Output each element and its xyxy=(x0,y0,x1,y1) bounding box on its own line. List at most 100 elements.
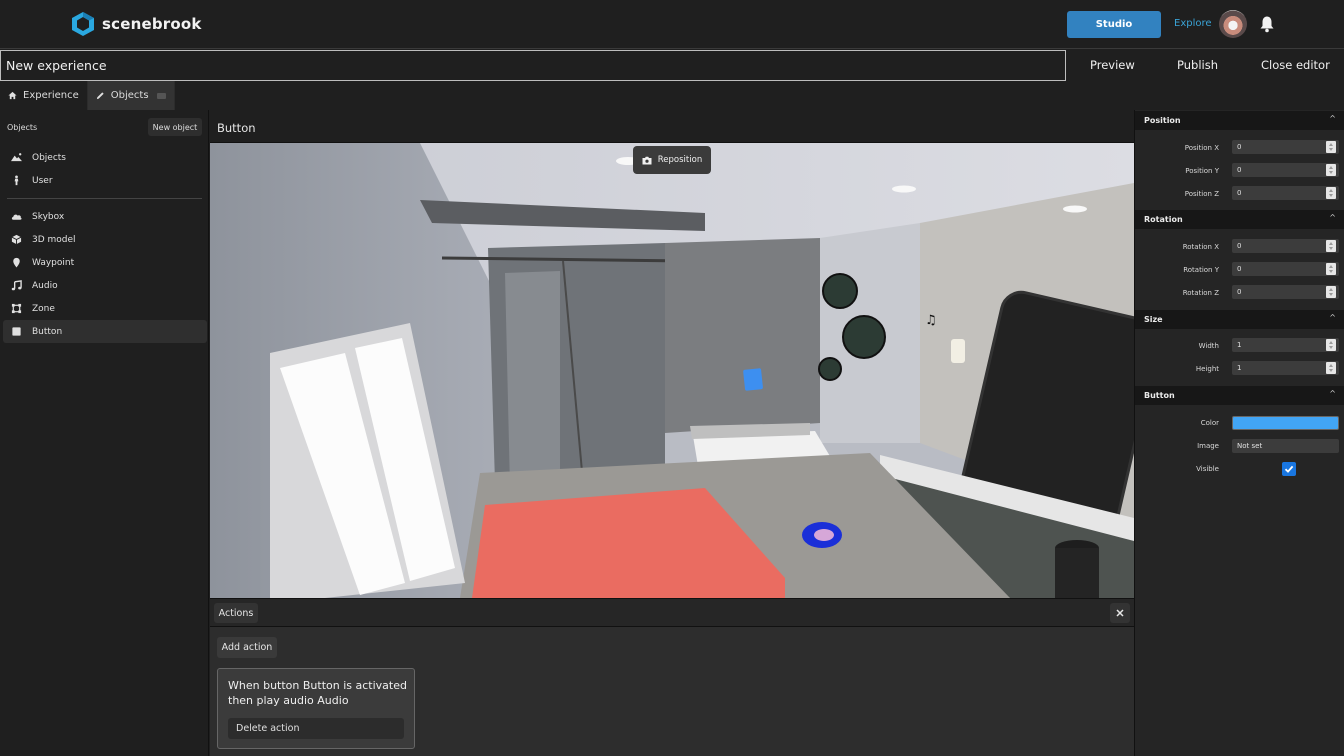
music-note-icon xyxy=(11,280,22,291)
position-z-input[interactable]: 0 xyxy=(1232,186,1339,200)
close-editor-button[interactable]: Close editor xyxy=(1261,58,1330,72)
field-label: Visible xyxy=(1196,465,1219,473)
width-input[interactable]: 1 xyxy=(1232,338,1339,352)
action-card: When button Button is activated then pla… xyxy=(217,668,415,749)
sidebar-item-objects[interactable]: Objects xyxy=(3,146,207,169)
field-label: Height xyxy=(1195,365,1219,373)
height-input[interactable]: 1 xyxy=(1232,361,1339,375)
wave-wall xyxy=(665,238,820,433)
actions-tab[interactable]: Actions xyxy=(214,603,258,623)
tab-experience[interactable]: Experience xyxy=(0,81,88,110)
stepper-icon[interactable] xyxy=(1326,141,1336,153)
field-label: Rotation Y xyxy=(1183,266,1219,274)
new-object-button[interactable]: New object xyxy=(148,118,202,136)
bell-icon[interactable] xyxy=(1259,15,1275,33)
sidebar-item-waypoint[interactable]: Waypoint xyxy=(3,251,207,274)
ceiling-light xyxy=(1063,205,1087,213)
audio-marker: ♫ xyxy=(925,313,937,328)
user-avatar[interactable] xyxy=(1219,10,1247,38)
stepper-icon[interactable] xyxy=(1326,263,1336,275)
sidebar-divider xyxy=(7,198,202,199)
sidebar-item-zone[interactable]: Zone xyxy=(3,297,207,320)
stepper-icon[interactable] xyxy=(1326,286,1336,298)
actions-bar: Actions xyxy=(210,598,1134,627)
color-picker[interactable] xyxy=(1232,416,1339,430)
brand-logo[interactable]: scenebrook xyxy=(70,11,202,37)
center-header: Button xyxy=(210,110,1134,143)
close-actions-button[interactable] xyxy=(1110,603,1130,623)
sidebar-item-label: Zone xyxy=(32,303,55,314)
visible-checkbox[interactable] xyxy=(1282,462,1296,476)
action-description: When button Button is activated then pla… xyxy=(228,679,407,707)
reposition-button[interactable]: Reposition xyxy=(633,146,711,174)
scene-viewport[interactable]: ♫ Reposition xyxy=(210,143,1134,598)
tab-objects[interactable]: Objects xyxy=(87,81,175,110)
person-icon xyxy=(14,175,19,186)
brand-name: scenebrook xyxy=(102,15,202,33)
publish-button[interactable]: Publish xyxy=(1177,58,1218,72)
checkmark-icon xyxy=(1284,465,1294,473)
actions-panel: Add action When button Button is activat… xyxy=(210,627,1134,756)
sidebar-item-button[interactable]: Button xyxy=(3,320,207,343)
square-icon xyxy=(12,327,21,336)
preview-button[interactable]: Preview xyxy=(1090,58,1135,72)
sidebar-item-user[interactable]: User xyxy=(3,169,207,192)
field-label: Width xyxy=(1198,342,1219,350)
title-row: Preview Publish Close editor xyxy=(0,48,1344,81)
tab-close-icon[interactable] xyxy=(156,92,166,99)
field-value: 0 xyxy=(1237,242,1242,250)
field-value: 0 xyxy=(1237,265,1242,273)
tab-objects-label: Objects xyxy=(110,90,149,101)
sidebar-item-audio[interactable]: Audio xyxy=(3,274,207,297)
hexagon-logo-icon xyxy=(72,12,94,36)
objects-panel-header: Objects xyxy=(7,123,38,132)
field-value: 1 xyxy=(1237,364,1242,372)
stepper-icon[interactable] xyxy=(1326,339,1336,351)
rotation-y-input[interactable]: 0 xyxy=(1232,262,1339,276)
field-value: 0 xyxy=(1237,288,1242,296)
stepper-icon[interactable] xyxy=(1326,187,1336,199)
collapse-icon[interactable]: ^ xyxy=(1329,213,1336,222)
sidebar-item-label: Skybox xyxy=(32,211,65,222)
delete-action-button[interactable]: Delete action xyxy=(228,718,404,739)
image-select[interactable]: Not set xyxy=(1232,439,1339,453)
position-x-input[interactable]: 0 xyxy=(1232,140,1339,154)
section-title: Position xyxy=(1144,116,1181,125)
field-value: 0 xyxy=(1237,143,1242,151)
position-y-input[interactable]: 0 xyxy=(1232,163,1339,177)
field-value: 0 xyxy=(1237,166,1242,174)
stepper-icon[interactable] xyxy=(1326,164,1336,176)
collapse-icon[interactable]: ^ xyxy=(1329,389,1336,398)
add-action-button[interactable]: Add action xyxy=(217,637,277,658)
collapse-icon[interactable]: ^ xyxy=(1329,313,1336,322)
section-button[interactable]: Button ^ xyxy=(1135,386,1344,405)
field-label: Position Z xyxy=(1184,190,1219,198)
sidebar-item-3d-model[interactable]: 3D model xyxy=(3,228,207,251)
properties-panel: Position ^ Position X 0 Position Y 0 Pos… xyxy=(1134,110,1344,756)
section-position[interactable]: Position ^ xyxy=(1135,111,1344,130)
close-icon xyxy=(1116,609,1124,617)
wall-art xyxy=(842,315,886,359)
section-title: Rotation xyxy=(1144,215,1183,224)
section-size[interactable]: Size ^ xyxy=(1135,310,1344,329)
field-value: Not set xyxy=(1237,442,1263,450)
stepper-icon[interactable] xyxy=(1326,240,1336,252)
cloud-icon xyxy=(11,214,22,220)
collapse-icon[interactable]: ^ xyxy=(1329,114,1336,123)
wall-art xyxy=(818,357,842,381)
explore-link[interactable]: Explore xyxy=(1174,18,1212,29)
studio-button[interactable]: Studio xyxy=(1067,11,1161,38)
editor-tabs: Experience Objects xyxy=(0,81,175,110)
trash-can xyxy=(1055,548,1099,598)
rotation-z-input[interactable]: 0 xyxy=(1232,285,1339,299)
field-label: Image xyxy=(1197,442,1219,450)
wall-art xyxy=(822,273,858,309)
sidebar-item-skybox[interactable]: Skybox xyxy=(3,205,207,228)
rotation-x-input[interactable]: 0 xyxy=(1232,239,1339,253)
stepper-icon[interactable] xyxy=(1326,362,1336,374)
home-icon xyxy=(8,91,17,100)
pencil-icon xyxy=(96,92,104,100)
camera-icon xyxy=(642,156,652,164)
section-rotation[interactable]: Rotation ^ xyxy=(1135,210,1344,229)
experience-name-input[interactable] xyxy=(0,50,1066,81)
